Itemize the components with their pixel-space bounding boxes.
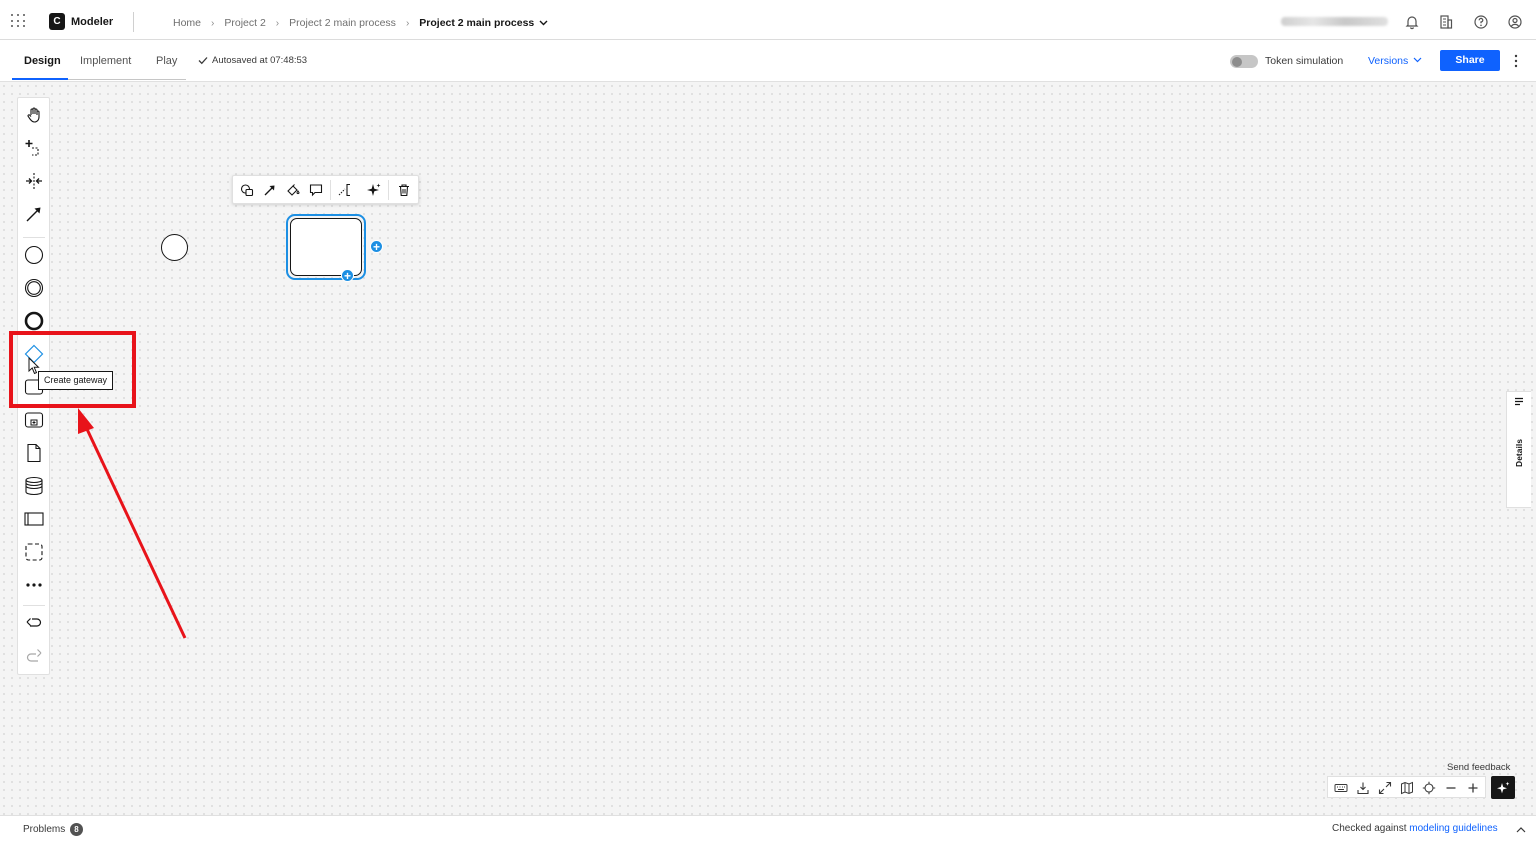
- breadcrumb-separator: ›: [405, 17, 410, 29]
- ai-assistant-button[interactable]: [1491, 776, 1515, 799]
- context-pad: [232, 175, 419, 204]
- header-divider: [133, 12, 134, 32]
- context-pad-divider: [388, 180, 389, 200]
- overflow-menu-icon[interactable]: [1511, 53, 1521, 69]
- minimap-icon[interactable]: [1399, 780, 1415, 796]
- status-bar: Problems 8 Checked against modeling guid…: [0, 815, 1536, 841]
- space-tool-icon[interactable]: [24, 171, 44, 191]
- comment-icon[interactable]: [307, 181, 325, 199]
- tab-design[interactable]: Design: [24, 55, 61, 67]
- breadcrumb-process-folder[interactable]: Project 2 main process: [289, 17, 396, 29]
- breadcrumb: Home › Project 2 › Project 2 main proces…: [173, 17, 548, 29]
- notification-bell-icon[interactable]: [1404, 14, 1420, 30]
- problems-button[interactable]: Problems: [23, 824, 65, 835]
- undo-icon[interactable]: [24, 615, 44, 635]
- app-name[interactable]: Modeler: [71, 16, 113, 28]
- problems-count-badge: 8: [70, 823, 83, 836]
- zoom-in-icon[interactable]: [1465, 780, 1481, 796]
- canvas-controls: [1327, 776, 1486, 798]
- palette-divider: [23, 605, 45, 606]
- modeling-guidelines-link[interactable]: modeling guidelines: [1409, 823, 1497, 834]
- chevron-up-icon[interactable]: [1515, 823, 1527, 835]
- data-object-icon[interactable]: [24, 443, 44, 463]
- ai-sparkle-icon[interactable]: [365, 181, 383, 199]
- tab-baseline: [68, 79, 186, 80]
- user-name-blurred[interactable]: [1281, 17, 1388, 26]
- tab-play[interactable]: Play: [156, 55, 177, 67]
- fullscreen-icon[interactable]: [1377, 780, 1393, 796]
- intermediate-event-icon[interactable]: [24, 278, 44, 298]
- autosave-text: Autosaved at 07:48:53: [212, 55, 308, 66]
- breadcrumb-project[interactable]: Project 2: [224, 17, 265, 29]
- connect-arrow-icon[interactable]: [261, 181, 279, 199]
- organization-icon[interactable]: [1438, 14, 1454, 30]
- app-switcher-icon[interactable]: [11, 14, 27, 28]
- lasso-tool-icon[interactable]: [24, 138, 44, 158]
- download-icon[interactable]: [1355, 780, 1371, 796]
- token-simulation-toggle[interactable]: [1230, 55, 1258, 68]
- list-icon: [1515, 397, 1523, 406]
- breadcrumb-home[interactable]: Home: [173, 17, 201, 29]
- replace-icon[interactable]: [238, 181, 256, 199]
- ai-sparkle-icon: [1497, 781, 1510, 793]
- breadcrumb-separator: ›: [211, 17, 215, 29]
- mouse-cursor-icon: [28, 356, 40, 380]
- start-event-shape[interactable]: [161, 234, 188, 261]
- autosave-status: Autosaved at 07:48:53: [198, 55, 307, 66]
- append-right-plus-icon[interactable]: +: [370, 240, 383, 253]
- help-icon[interactable]: [1473, 14, 1489, 30]
- zoom-out-icon[interactable]: [1443, 780, 1459, 796]
- pool-icon[interactable]: [24, 509, 44, 529]
- color-picker-icon[interactable]: [284, 181, 302, 199]
- keyboard-icon[interactable]: [1333, 780, 1349, 796]
- more-elements-icon[interactable]: [24, 575, 44, 595]
- trash-icon[interactable]: [395, 181, 413, 199]
- token-simulation-label: Token simulation: [1265, 55, 1344, 67]
- palette-divider: [23, 237, 45, 238]
- details-label: Details: [1513, 439, 1524, 467]
- task-shape[interactable]: [290, 218, 362, 276]
- subprocess-icon[interactable]: [24, 410, 44, 430]
- start-event-icon[interactable]: [24, 245, 44, 265]
- breadcrumb-separator: ›: [275, 17, 280, 29]
- app-logo[interactable]: C: [49, 13, 65, 30]
- user-avatar-icon[interactable]: [1507, 14, 1523, 30]
- text-annotation-icon[interactable]: [336, 181, 354, 199]
- global-connect-tool-icon[interactable]: [24, 204, 44, 224]
- mode-bar: Design Implement Play Autosaved at 07:48…: [0, 40, 1536, 82]
- versions-button[interactable]: Versions: [1368, 55, 1408, 67]
- chevron-down-icon[interactable]: [1413, 55, 1422, 65]
- top-bar: C Modeler Home › Project 2 › Project 2 m…: [0, 0, 1536, 40]
- hand-tool-icon[interactable]: [24, 105, 44, 125]
- context-pad-divider: [330, 180, 331, 200]
- guidelines-status: Checked against modeling guidelines: [1332, 823, 1498, 834]
- end-event-icon[interactable]: [24, 311, 44, 331]
- checkmark-icon: [198, 57, 208, 65]
- bpmn-canvas[interactable]: [0, 82, 1536, 815]
- reset-view-icon[interactable]: [1421, 780, 1437, 796]
- tab-implement[interactable]: Implement: [80, 55, 131, 67]
- send-feedback-link[interactable]: Send feedback: [1447, 762, 1510, 773]
- group-icon[interactable]: [24, 542, 44, 562]
- breadcrumb-current-file[interactable]: Project 2 main process: [419, 17, 534, 29]
- chevron-down-icon[interactable]: [539, 18, 548, 28]
- data-store-icon[interactable]: [24, 476, 44, 496]
- redo-icon[interactable]: [24, 646, 44, 666]
- share-button[interactable]: Share: [1440, 50, 1500, 71]
- active-tab-indicator: [12, 78, 68, 80]
- append-bottom-plus-icon[interactable]: +: [341, 269, 354, 282]
- guidelines-prefix: Checked against: [1332, 823, 1410, 834]
